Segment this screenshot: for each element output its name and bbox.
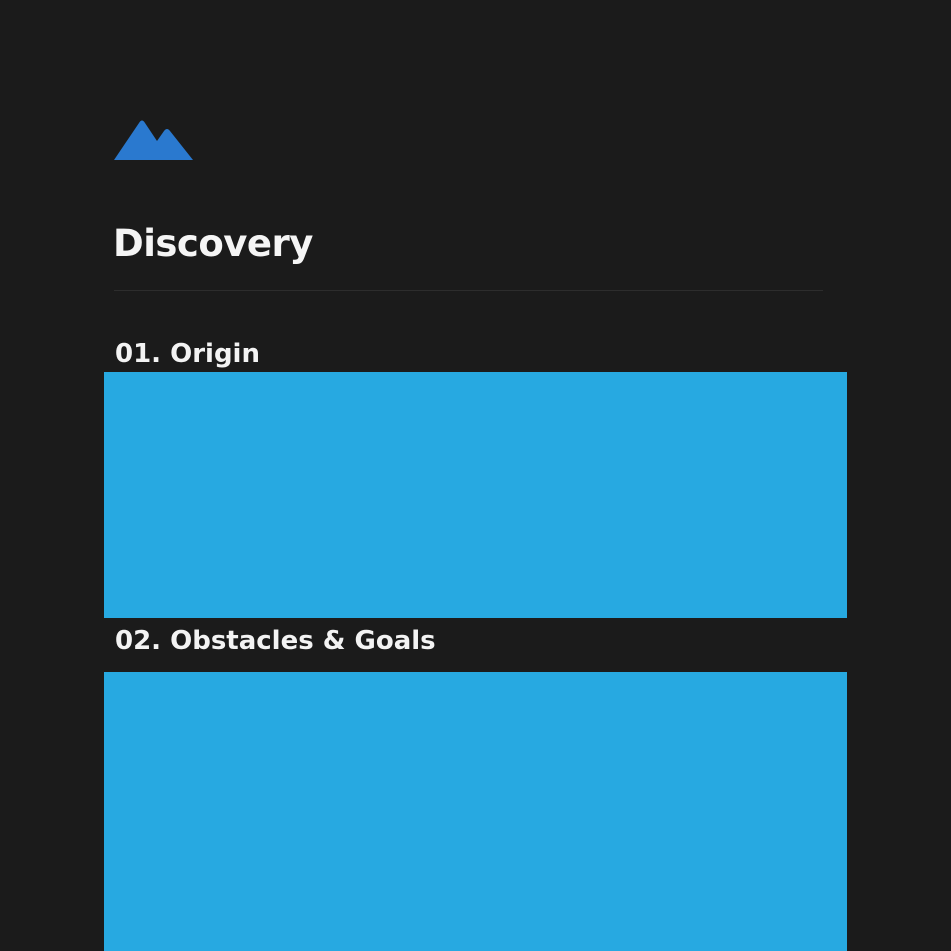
section-heading-obstacles-goals: 02. Obstacles & Goals <box>115 626 436 656</box>
logo <box>113 117 193 161</box>
title-divider <box>114 290 823 291</box>
mountain-icon <box>114 120 193 160</box>
discovery-page: Discovery 01. Origin 02. Obstacles & Goa… <box>0 0 951 951</box>
section-heading-origin: 01. Origin <box>115 339 260 369</box>
origin-content-block <box>104 372 847 618</box>
obstacles-goals-content-block <box>104 672 847 951</box>
page-title: Discovery <box>113 222 313 265</box>
